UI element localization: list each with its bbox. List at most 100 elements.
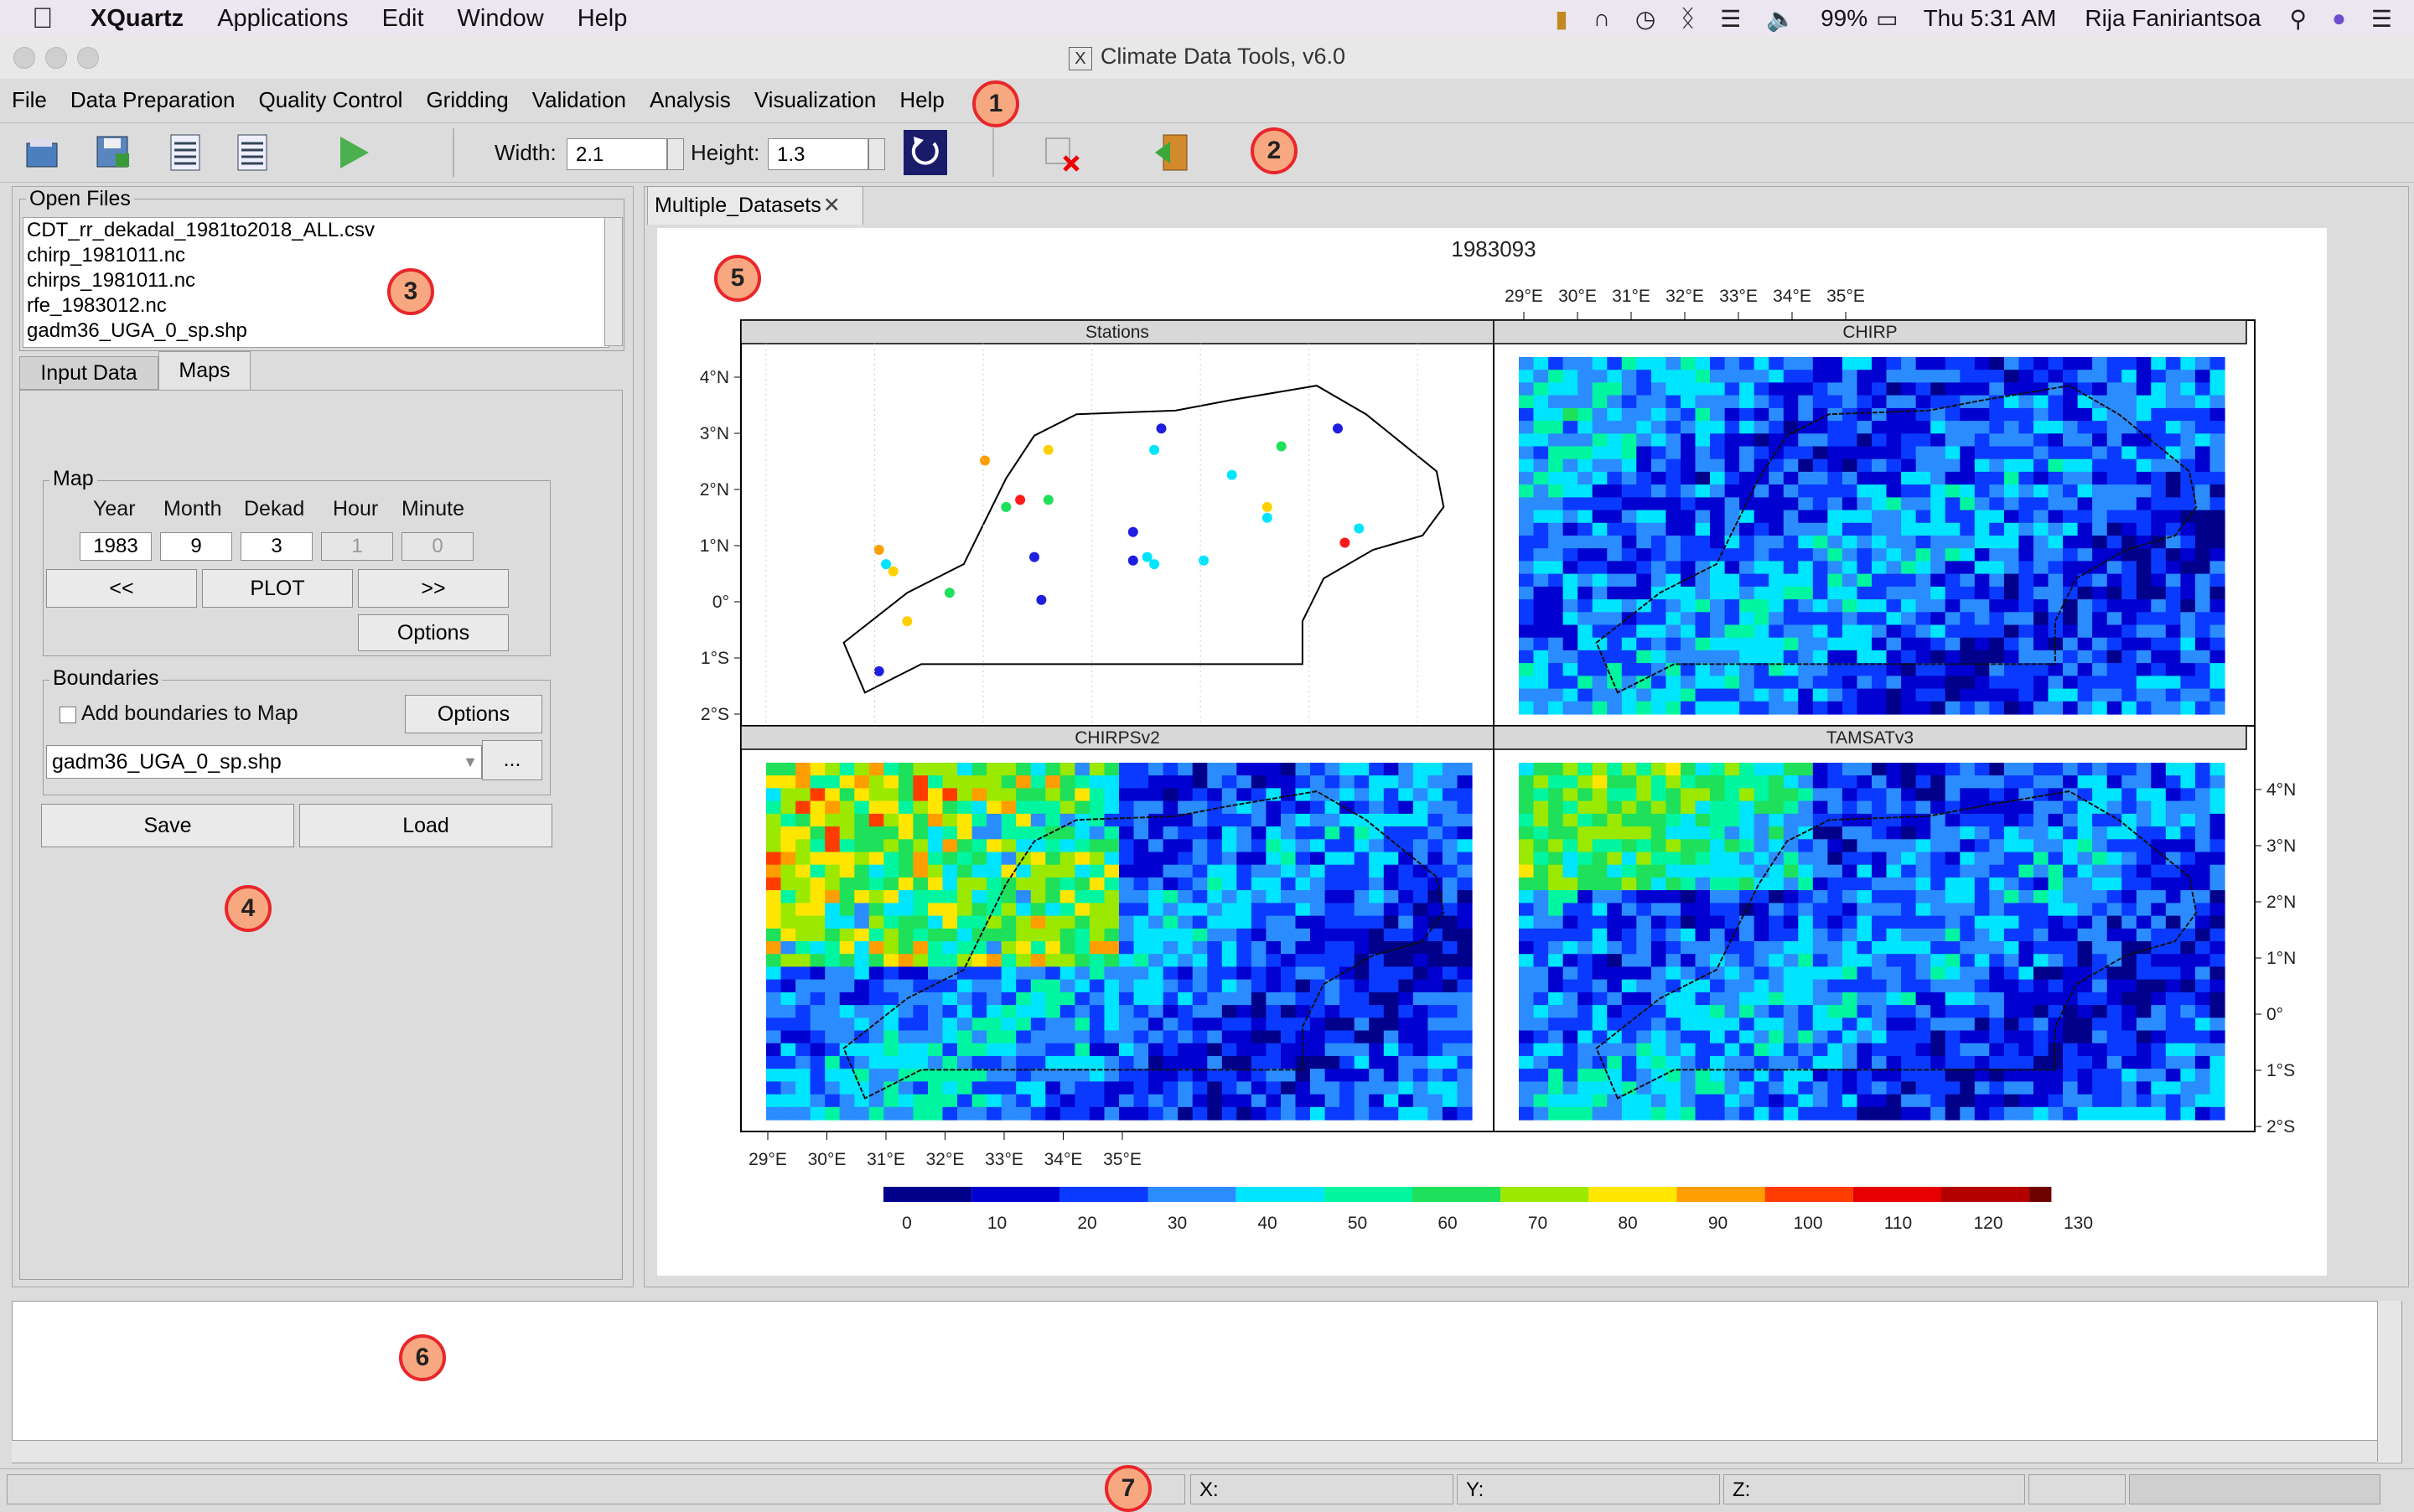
year-input[interactable]: 1983 [80,532,152,561]
raster-cell [1872,446,1888,460]
raster-cell [1681,915,1697,929]
raster-cell [1886,1043,1902,1057]
open-file-item[interactable]: chirp_1981011.nc [23,243,609,268]
open-files-scrollbar[interactable] [604,217,623,346]
raster-cell [1178,1005,1194,1018]
raster-cell [1562,1043,1578,1057]
close-icon[interactable]: ✕ [823,194,841,217]
menu-quality-control[interactable]: Quality Control [258,87,402,113]
next-button[interactable]: >> [358,569,509,608]
menu-validation[interactable]: Validation [532,87,626,113]
datetime[interactable]: Thu 5:31 AM [1924,5,2057,32]
menu-help[interactable]: Help [899,87,944,113]
boundaries-options-button[interactable]: Options [405,695,542,733]
notification-center-icon[interactable]: ☰ [2371,5,2392,33]
raster-cell [1636,663,1652,676]
mac-menu-applications[interactable]: Applications [217,5,348,33]
menu-analysis[interactable]: Analysis [650,87,731,113]
spotlight-search-icon[interactable]: ⚲ [2289,5,2307,33]
user-name[interactable]: Rija Faniriantsoa [2085,5,2261,32]
battery-icon[interactable]: ▭ [1876,5,1898,33]
menu-gridding[interactable]: Gridding [426,87,508,113]
load-button[interactable]: Load [299,804,552,847]
raster-cell [1695,612,1711,626]
browse-shapefile-button[interactable]: ... [482,740,542,780]
menu-data-preparation[interactable]: Data Preparation [70,87,236,113]
raster-cell [1163,864,1179,878]
raster-cell [2194,903,2210,917]
raster-cell [1030,954,1046,967]
wifi-icon[interactable]: ☰ [1720,5,1741,33]
open-file-item[interactable]: chirps_1981011.nc [23,268,609,293]
raster-cell [987,763,1002,776]
raster-cell [1681,954,1697,967]
volume-icon[interactable]: 🔈 [1766,5,1795,33]
raster-cell [2165,1017,2181,1032]
open-table-icon[interactable] [164,132,206,173]
menu-visualization[interactable]: Visualization [754,87,877,113]
mac-menu-help[interactable]: Help [578,5,628,33]
raster-cell [1324,839,1340,853]
time-machine-icon[interactable]: ◷ [1635,5,1655,33]
station-point [1043,444,1054,455]
width-input[interactable]: 2.1 [567,138,667,170]
raster-cell [1163,966,1179,981]
mac-menu-edit[interactable]: Edit [382,5,424,33]
shapefile-select[interactable]: gadm36_UGA_0_sp.shp ▼ [46,745,482,779]
raster-cell [2063,826,2079,840]
raster-cell [2209,903,2225,917]
apple-icon[interactable]:  [32,3,65,35]
console-output[interactable] [12,1301,2402,1463]
open-file-icon[interactable] [22,132,64,173]
chevron-down-icon[interactable]: ▼ [463,746,478,778]
console-vertical-scrollbar[interactable] [2377,1301,2401,1462]
raster-cell [2136,979,2152,993]
open-file-item[interactable]: gadm36_UGA_0_sp.shp [23,318,609,344]
tab-maps[interactable]: Maps [158,351,251,390]
height-spinner[interactable] [868,138,885,170]
mac-app-name[interactable]: XQuartz [91,5,184,33]
height-input[interactable]: 1.3 [768,138,868,170]
raster-cell [1636,1030,1652,1044]
save-table-icon[interactable] [231,132,273,173]
raster-cell [1548,612,1564,626]
raster-cell [1783,701,1799,715]
siri-icon[interactable]: ● [2332,5,2346,32]
map-options-button[interactable]: Options [358,614,509,651]
raster-cell [1236,852,1252,866]
mac-menu-window[interactable]: Window [458,5,544,33]
plot-button[interactable]: PLOT [202,569,353,608]
raster-cell [1681,890,1697,904]
dekad-input[interactable]: 3 [241,532,313,561]
x-tick-label: 35°E [1103,1150,1142,1169]
console-horizontal-scrollbar[interactable] [12,1440,2377,1463]
open-file-item[interactable]: CDT_rr_dekadal_1981to2018_ALL.csv [23,218,609,243]
shield-icon[interactable]: ▮ [1555,5,1567,33]
month-input[interactable]: 9 [160,532,232,561]
raster-cell [1930,522,1946,536]
raster-cell [1178,1069,1194,1082]
tab-input-data[interactable]: Input Data [19,356,158,390]
raster-cell [2121,763,2137,776]
raster-cell [971,839,987,853]
width-spinner[interactable] [667,138,684,170]
save-button[interactable]: Save [41,804,294,847]
add-boundaries-checkbox[interactable] [60,707,76,723]
previous-button[interactable]: << [46,569,197,608]
run-play-icon[interactable] [332,132,374,173]
raster-cell [1886,471,1902,485]
save-workspace-icon[interactable] [92,132,134,173]
tab-multiple-datasets[interactable]: Multiple_Datasets✕ [647,186,863,225]
raster-cell [1295,941,1311,955]
refresh-icon[interactable] [904,130,947,175]
close-tab-icon[interactable] [1041,132,1083,173]
menu-file[interactable]: File [12,87,47,113]
arch-icon[interactable]: ∩ [1593,5,1610,32]
raster-cell [1607,382,1623,396]
raster-cell [1886,586,1902,600]
open-file-item[interactable]: rfe_1983012.nc [23,293,609,318]
exit-icon[interactable] [1152,132,1194,173]
raster-cell [957,1094,973,1108]
bluetooth-icon[interactable]: ᛝ [1681,5,1695,32]
raster-cell [1665,650,1681,664]
